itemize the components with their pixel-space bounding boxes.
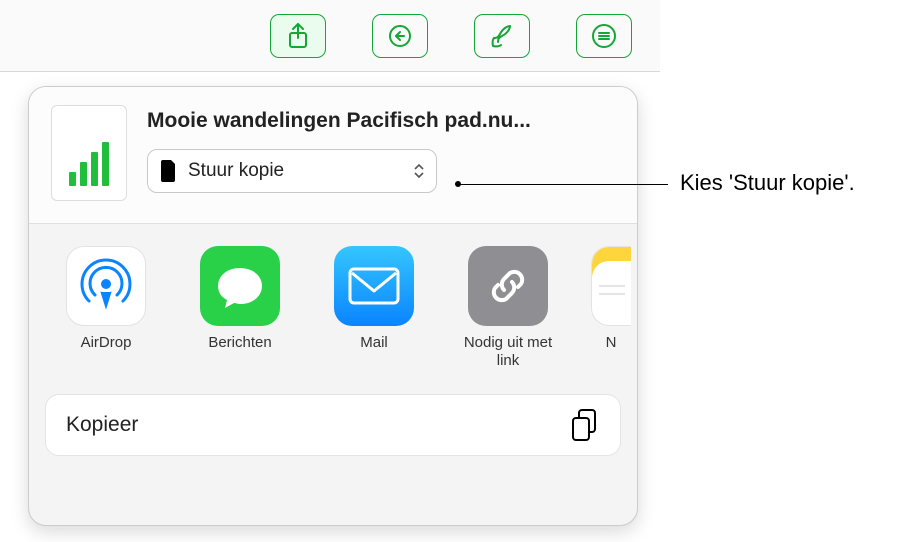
copy-icon <box>570 408 600 442</box>
mail-icon <box>334 246 414 326</box>
top-toolbar <box>0 0 660 72</box>
share-target-label: N <box>606 334 617 352</box>
share-target-notes[interactable]: N <box>591 246 631 352</box>
share-target-label: Mail <box>360 334 388 352</box>
link-icon <box>468 246 548 326</box>
share-target-invite-link[interactable]: Nodig uit met link <box>457 246 559 370</box>
share-mode-label: Stuur kopie <box>188 160 404 182</box>
share-icon <box>286 22 310 50</box>
share-target-messages[interactable]: Berichten <box>189 246 291 352</box>
share-button[interactable] <box>270 14 326 58</box>
chevron-up-down-icon <box>414 164 424 178</box>
document-title: Mooie wandelingen Pacifisch pad.nu... <box>147 109 615 133</box>
format-brush-button[interactable] <box>474 14 530 58</box>
share-target-label: Nodig uit met link <box>457 334 559 370</box>
reply-button[interactable] <box>372 14 428 58</box>
document-meta: Mooie wandelingen Pacifisch pad.nu... St… <box>147 105 615 193</box>
callout-leader-line <box>458 184 668 185</box>
share-target-label: AirDrop <box>81 334 132 352</box>
document-thumbnail <box>51 105 127 201</box>
more-menu-icon <box>591 23 617 49</box>
document-icon <box>160 160 178 182</box>
share-mode-select[interactable]: Stuur kopie <box>147 149 437 193</box>
share-target-mail[interactable]: Mail <box>323 246 425 352</box>
share-sheet-header: Mooie wandelingen Pacifisch pad.nu... St… <box>29 87 637 224</box>
brush-icon <box>490 22 514 50</box>
copy-action[interactable]: Kopieer <box>45 394 621 456</box>
share-target-label: Berichten <box>208 334 271 352</box>
more-menu-button[interactable] <box>576 14 632 58</box>
callout-text: Kies 'Stuur kopie'. <box>680 170 855 196</box>
messages-icon <box>200 246 280 326</box>
numbers-doc-icon <box>69 142 109 186</box>
copy-action-label: Kopieer <box>66 413 570 437</box>
notes-icon <box>591 246 631 326</box>
share-targets-row[interactable]: AirDrop Berichten Mail <box>29 224 637 388</box>
airdrop-icon <box>66 246 146 326</box>
share-target-airdrop[interactable]: AirDrop <box>55 246 157 352</box>
reply-icon <box>386 24 414 48</box>
share-sheet: Mooie wandelingen Pacifisch pad.nu... St… <box>28 86 638 526</box>
